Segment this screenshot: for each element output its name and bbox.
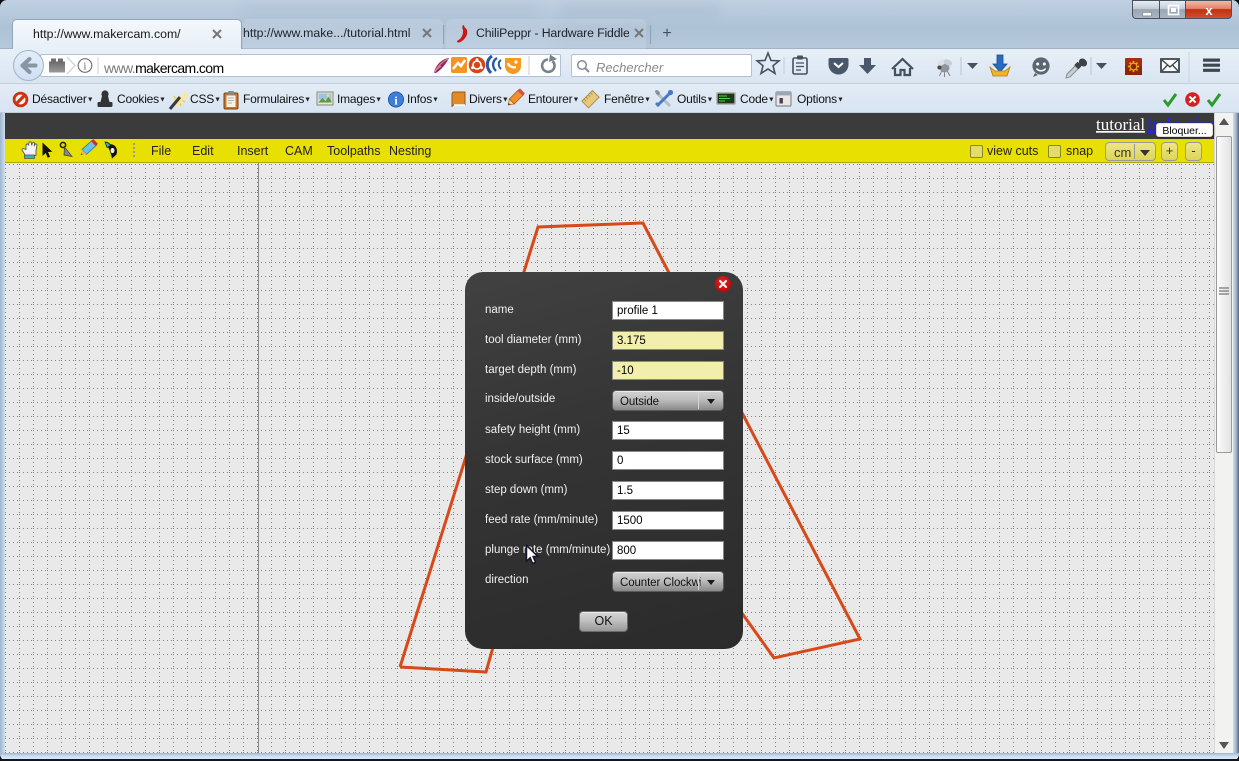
svg-text:x: x bbox=[1205, 3, 1213, 18]
svg-text:tutorial: tutorial bbox=[1096, 115, 1145, 134]
svg-text:i: i bbox=[84, 62, 87, 73]
